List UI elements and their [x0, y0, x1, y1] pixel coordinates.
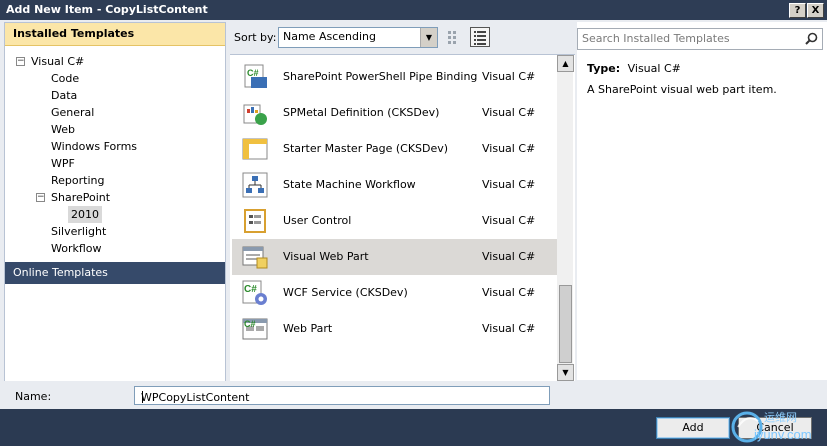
- text-caret: [142, 391, 143, 403]
- tree-item-wpf[interactable]: WPF: [51, 155, 75, 172]
- tree-item-general[interactable]: General: [51, 104, 94, 121]
- template-type: Type: Visual C#: [587, 62, 681, 75]
- installed-templates-header[interactable]: Installed Templates: [5, 23, 225, 46]
- sort-toolbar: Sort by: Name Ascending ▼: [228, 22, 568, 54]
- type-value: Visual C#: [627, 62, 681, 75]
- search-icon[interactable]: [805, 32, 818, 45]
- template-name: WCF Service (CKSDev): [283, 286, 408, 299]
- tree-item-reporting[interactable]: Reporting: [51, 172, 104, 189]
- scrollbar-thumb[interactable]: [559, 285, 572, 363]
- template-language: Visual C#: [482, 70, 536, 83]
- template-language: Visual C#: [482, 142, 536, 155]
- medium-icons-view-icon[interactable]: [444, 27, 464, 47]
- web-part-icon: C#: [242, 318, 268, 340]
- template-name: Web Part: [283, 322, 333, 335]
- tree-item-sharepoint-2010[interactable]: 2010: [68, 206, 102, 223]
- name-field-value: WPCopyListContent: [141, 391, 250, 404]
- template-item[interactable]: C# Web Part Visual C#: [232, 311, 558, 347]
- svg-text:C#: C#: [244, 284, 257, 295]
- templates-tree-panel: Installed Templates − Visual C# Code Dat…: [4, 22, 226, 382]
- templates-list: C# SharePoint PowerShell Pipe Binding (C…: [230, 54, 575, 381]
- search-installed-templates-input[interactable]: Search Installed Templates: [577, 28, 823, 50]
- name-label: Name:: [15, 390, 52, 403]
- add-button[interactable]: Add: [656, 417, 730, 439]
- template-item-selected[interactable]: Visual Web Part Visual C#: [232, 239, 558, 275]
- name-row: Name: WPCopyListContent: [0, 381, 827, 409]
- wcf-service-icon: C#: [242, 280, 267, 305]
- template-description: A SharePoint visual web part item.: [587, 83, 777, 96]
- search-placeholder: Search Installed Templates: [582, 32, 730, 45]
- window-title: Add New Item - CopyListContent: [6, 3, 208, 16]
- online-templates-header[interactable]: Online Templates: [5, 262, 225, 284]
- collapse-sharepoint-toggle[interactable]: −: [36, 193, 45, 202]
- template-item[interactable]: Starter Master Page (CKSDev) Visual C#: [232, 131, 558, 167]
- sort-by-select[interactable]: Name Ascending ▼: [278, 27, 438, 48]
- tree-item-visual-csharp[interactable]: Visual C#: [31, 53, 84, 70]
- list-view-icon[interactable]: [470, 27, 490, 47]
- master-page-icon: [242, 138, 268, 160]
- svg-text:C#: C#: [244, 319, 256, 329]
- watermark-cn-text: 运维网: [764, 411, 797, 424]
- template-item[interactable]: SPMetal Definition (CKSDev) Visual C#: [232, 95, 558, 131]
- add-new-item-dialog: Add New Item - CopyListContent ? X Insta…: [0, 0, 827, 446]
- template-language: Visual C#: [482, 322, 536, 335]
- tree-item-web[interactable]: Web: [51, 121, 75, 138]
- sort-by-label: Sort by:: [234, 31, 277, 44]
- state-machine-icon: [242, 172, 268, 198]
- template-language: Visual C#: [482, 178, 536, 191]
- type-label: Type:: [587, 62, 621, 75]
- template-language: Visual C#: [482, 286, 536, 299]
- templates-scrollbar[interactable]: ▲ ▼: [557, 55, 574, 381]
- template-name: State Machine Workflow: [283, 178, 416, 191]
- template-item[interactable]: C# WCF Service (CKSDev) Visual C#: [232, 275, 558, 311]
- template-item[interactable]: State Machine Workflow Visual C#: [232, 167, 558, 203]
- scroll-up-arrow-icon[interactable]: ▲: [557, 55, 574, 72]
- template-name: SPMetal Definition (CKSDev): [283, 106, 440, 119]
- user-control-icon: [244, 209, 266, 233]
- scroll-down-arrow-icon[interactable]: ▼: [557, 364, 574, 381]
- template-name: SharePoint PowerShell Pipe Binding (CK..…: [283, 70, 479, 83]
- title-bar: Add New Item - CopyListContent ? X: [0, 0, 827, 20]
- dialog-footer: Add Cancel: [0, 409, 827, 446]
- template-language: Visual C#: [482, 106, 536, 119]
- tree-item-code[interactable]: Code: [51, 70, 79, 87]
- template-name: User Control: [283, 214, 352, 227]
- spmetal-icon: [243, 104, 267, 125]
- svg-text:C#: C#: [247, 68, 259, 78]
- tree-item-sharepoint[interactable]: SharePoint: [51, 189, 110, 206]
- powershell-binding-icon: C#: [244, 64, 267, 88]
- visual-web-part-icon: [242, 246, 268, 269]
- watermark-text: iyunv.com: [754, 427, 812, 442]
- template-item[interactable]: C# SharePoint PowerShell Pipe Binding (C…: [232, 59, 558, 95]
- template-name: Visual Web Part: [283, 250, 369, 263]
- tree-item-workflow[interactable]: Workflow: [51, 240, 102, 257]
- close-button[interactable]: X: [807, 3, 824, 18]
- chevron-down-icon[interactable]: ▼: [420, 28, 437, 47]
- collapse-visual-csharp-toggle[interactable]: −: [16, 57, 25, 66]
- template-item[interactable]: User Control Visual C#: [232, 203, 558, 239]
- tree-item-data[interactable]: Data: [51, 87, 77, 104]
- help-button[interactable]: ?: [789, 3, 806, 18]
- tree-item-windows-forms[interactable]: Windows Forms: [51, 138, 137, 155]
- template-language: Visual C#: [482, 214, 536, 227]
- tree-item-silverlight[interactable]: Silverlight: [51, 223, 106, 240]
- watermark-logo: 运维网 iyunv.com: [731, 411, 812, 443]
- name-field[interactable]: WPCopyListContent: [134, 386, 550, 405]
- template-language: Visual C#: [482, 250, 536, 263]
- template-details-panel: Search Installed Templates Type: Visual …: [577, 22, 827, 380]
- sort-by-value: Name Ascending: [283, 30, 376, 43]
- template-name: Starter Master Page (CKSDev): [283, 142, 449, 155]
